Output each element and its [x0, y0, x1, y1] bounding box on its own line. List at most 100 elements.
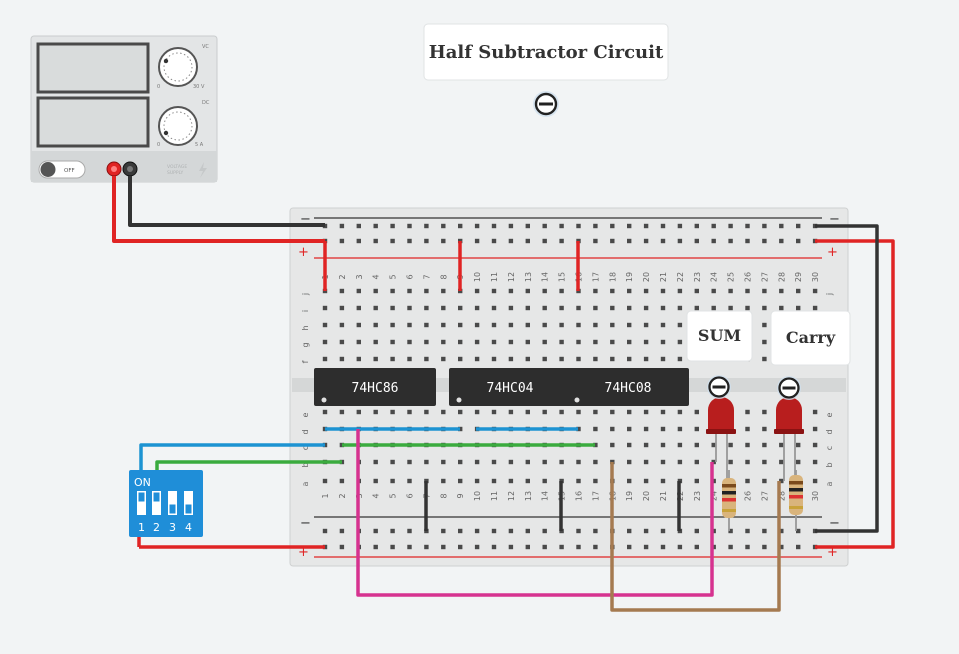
rail-hole[interactable] — [508, 528, 514, 534]
terminal-hole[interactable] — [576, 478, 581, 484]
rail-hole[interactable] — [694, 544, 699, 550]
terminal-hole[interactable] — [542, 322, 547, 328]
terminal-hole[interactable] — [627, 339, 632, 345]
terminal-hole[interactable] — [441, 478, 446, 484]
terminal-hole[interactable] — [559, 356, 564, 362]
terminal-hole[interactable] — [627, 322, 632, 328]
terminal-hole[interactable] — [525, 478, 530, 484]
rail-hole[interactable] — [441, 528, 446, 534]
terminal-hole[interactable] — [643, 478, 649, 484]
terminal-hole[interactable] — [593, 322, 598, 328]
terminal-hole[interactable] — [643, 356, 649, 362]
terminal-hole[interactable] — [390, 459, 395, 465]
terminal-hole[interactable] — [356, 322, 361, 328]
terminal-hole[interactable] — [576, 305, 581, 311]
rail-hole[interactable] — [694, 223, 699, 229]
terminal-hole[interactable] — [677, 322, 683, 328]
terminal-hole[interactable] — [745, 478, 750, 484]
terminal-hole[interactable] — [339, 356, 345, 362]
terminal-hole[interactable] — [559, 305, 564, 311]
terminal-hole[interactable] — [576, 322, 581, 328]
terminal-hole[interactable] — [373, 409, 378, 415]
terminal-hole[interactable] — [643, 288, 649, 294]
rail-hole[interactable] — [525, 223, 530, 229]
sum-led[interactable] — [708, 397, 734, 432]
terminal-hole[interactable] — [525, 305, 530, 311]
terminal-hole[interactable] — [610, 305, 615, 311]
rail-hole[interactable] — [474, 238, 480, 244]
terminal-hole[interactable] — [491, 288, 497, 294]
terminal-hole[interactable] — [424, 305, 429, 311]
rail-hole[interactable] — [407, 528, 412, 534]
terminal-hole[interactable] — [779, 288, 784, 294]
terminal-hole[interactable] — [390, 305, 395, 311]
rail-hole[interactable] — [796, 238, 801, 244]
terminal-hole[interactable] — [491, 356, 497, 362]
rail-hole[interactable] — [508, 544, 514, 550]
terminal-hole[interactable] — [627, 426, 632, 432]
terminal-hole[interactable] — [745, 288, 750, 294]
terminal-hole[interactable] — [728, 442, 733, 448]
terminal-hole[interactable] — [424, 288, 429, 294]
terminal-hole[interactable] — [745, 459, 750, 465]
terminal-hole[interactable] — [660, 426, 666, 432]
terminal-hole[interactable] — [474, 288, 480, 294]
rail-hole[interactable] — [627, 544, 632, 550]
terminal-hole[interactable] — [812, 442, 818, 448]
rail-hole[interactable] — [339, 223, 345, 229]
rail-hole[interactable] — [559, 544, 564, 550]
rail-hole[interactable] — [559, 223, 564, 229]
terminal-hole[interactable] — [373, 356, 378, 362]
rail-hole[interactable] — [643, 544, 649, 550]
terminal-hole[interactable] — [525, 322, 530, 328]
terminal-hole[interactable] — [474, 339, 480, 345]
terminal-hole[interactable] — [660, 305, 666, 311]
terminal-hole[interactable] — [424, 409, 429, 415]
terminal-hole[interactable] — [474, 409, 480, 415]
terminal-hole[interactable] — [474, 459, 480, 465]
terminal-hole[interactable] — [660, 322, 666, 328]
rail-hole[interactable] — [407, 238, 412, 244]
rail-hole[interactable] — [762, 223, 767, 229]
terminal-hole[interactable] — [491, 339, 497, 345]
terminal-hole[interactable] — [677, 442, 683, 448]
terminal-hole[interactable] — [322, 305, 328, 311]
terminal-hole[interactable] — [762, 305, 767, 311]
rail-hole[interactable] — [627, 528, 632, 534]
rail-hole[interactable] — [728, 238, 733, 244]
rail-hole[interactable] — [508, 223, 514, 229]
terminal-hole[interactable] — [407, 459, 412, 465]
rail-hole[interactable] — [627, 238, 632, 244]
rail-hole[interactable] — [390, 238, 395, 244]
terminal-hole[interactable] — [542, 478, 547, 484]
terminal-hole[interactable] — [491, 409, 497, 415]
terminal-hole[interactable] — [339, 478, 345, 484]
dip-switch[interactable]: ON 1 2 3 4 — [129, 470, 203, 537]
terminal-hole[interactable] — [779, 459, 784, 465]
rail-hole[interactable] — [373, 223, 378, 229]
terminal-hole[interactable] — [762, 356, 767, 362]
rail-hole[interactable] — [643, 528, 649, 534]
terminal-hole[interactable] — [660, 442, 666, 448]
terminal-hole[interactable] — [407, 409, 412, 415]
terminal-hole[interactable] — [762, 288, 767, 294]
rail-hole[interactable] — [458, 528, 463, 534]
rail-hole[interactable] — [322, 528, 328, 534]
current-knob[interactable] — [158, 106, 198, 146]
rail-hole[interactable] — [458, 223, 463, 229]
terminal-hole[interactable] — [407, 322, 412, 328]
terminal-hole[interactable] — [643, 459, 649, 465]
rail-hole[interactable] — [424, 223, 429, 229]
terminal-hole[interactable] — [407, 288, 412, 294]
rail-hole[interactable] — [593, 223, 598, 229]
terminal-hole[interactable] — [610, 322, 615, 328]
terminal-hole[interactable] — [677, 409, 683, 415]
terminal-hole[interactable] — [745, 305, 750, 311]
terminal-hole[interactable] — [390, 409, 395, 415]
rail-hole[interactable] — [694, 528, 699, 534]
terminal-hole[interactable] — [796, 459, 801, 465]
rail-hole[interactable] — [542, 528, 547, 534]
terminal-hole[interactable] — [660, 409, 666, 415]
rail-hole[interactable] — [339, 528, 345, 534]
terminal-hole[interactable] — [525, 339, 530, 345]
